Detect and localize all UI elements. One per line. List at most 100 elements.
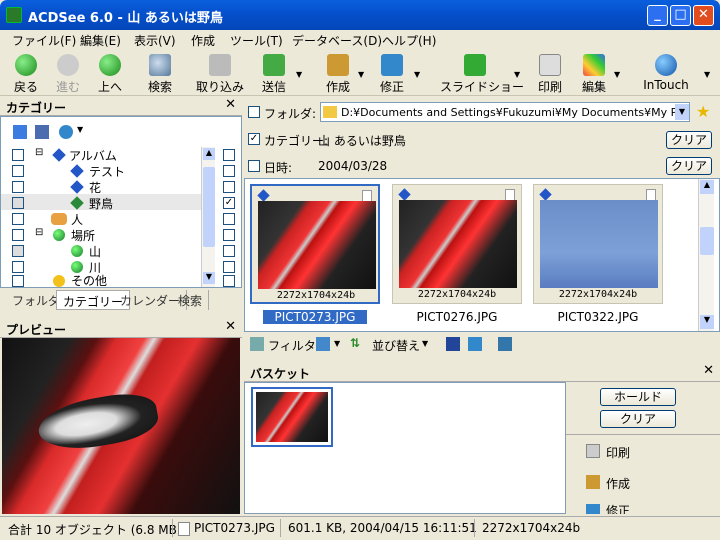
thumbnail-filename[interactable]: PICT0273.JPG xyxy=(263,310,367,324)
basket-print-link[interactable]: 印刷 xyxy=(606,444,630,461)
thumbnail-filename[interactable]: PICT0276.JPG xyxy=(392,310,522,324)
wildbird-checkbox[interactable] xyxy=(12,197,24,209)
hold-button[interactable]: ホールド xyxy=(600,388,676,406)
thumbnail-filename[interactable]: PICT0322.JPG xyxy=(533,310,663,324)
menu-file[interactable]: ファイル(F) xyxy=(12,32,76,49)
forward-button[interactable]: 進む xyxy=(48,52,88,96)
menu-help[interactable]: ヘルプ(H) xyxy=(382,32,436,49)
menu-tools[interactable]: ツール(T) xyxy=(230,32,283,49)
thumbnail-item[interactable]: 2272x1704x24b xyxy=(250,184,380,304)
flower-checkbox[interactable] xyxy=(12,181,24,193)
scroll-up-icon[interactable]: ▲ xyxy=(203,148,215,160)
exclude-checkbox[interactable] xyxy=(223,245,235,257)
river-checkbox[interactable] xyxy=(12,261,24,273)
minimize-button[interactable]: _ xyxy=(647,5,668,26)
close-panel-icon[interactable]: ✕ xyxy=(703,363,714,378)
view-mode-icon[interactable] xyxy=(316,337,330,351)
basket-clear-button[interactable]: クリア xyxy=(600,410,676,428)
album-checkbox[interactable] xyxy=(12,149,24,161)
thumbnail-item[interactable]: 2272x1704x24b xyxy=(392,184,522,304)
tree-item-mountain[interactable]: 山 xyxy=(89,243,101,260)
menu-database[interactable]: データベース(D) xyxy=(292,32,382,49)
tree-item-person[interactable]: 人 xyxy=(71,211,83,228)
intouch-button[interactable]: InTouch xyxy=(640,52,692,96)
close-button[interactable]: ✕ xyxy=(693,5,714,26)
delete-category-icon[interactable] xyxy=(35,125,49,139)
folder-path-select[interactable]: D:¥Documents and Settings¥Fukuzumi¥My Do… xyxy=(320,102,690,122)
other-checkbox[interactable] xyxy=(12,275,24,287)
import-button[interactable]: 取り込み xyxy=(196,52,244,96)
exclude-checkbox-checked[interactable]: ✓ xyxy=(223,197,235,209)
tree-item-wildbird[interactable]: 野鳥 xyxy=(89,195,113,212)
send-dropdown-icon[interactable]: ▼ xyxy=(296,70,302,79)
sort-dropdown-icon[interactable]: ▼ xyxy=(422,339,428,348)
select-icon[interactable] xyxy=(446,337,460,351)
create-button[interactable]: 作成 xyxy=(318,52,358,96)
tree-item-test[interactable]: テスト xyxy=(89,163,125,180)
refresh-icon[interactable] xyxy=(468,337,482,351)
chevron-down-icon[interactable]: ▼ xyxy=(675,104,689,120)
date-checkbox[interactable] xyxy=(248,160,260,172)
exclude-checkbox[interactable] xyxy=(223,261,235,273)
filter-button[interactable]: フィルタ xyxy=(268,337,316,354)
edit-button[interactable]: 修正 xyxy=(372,52,412,96)
exclude-checkbox[interactable] xyxy=(223,165,235,177)
new-category-icon[interactable] xyxy=(13,125,27,139)
menu-view[interactable]: 表示(V) xyxy=(134,32,176,49)
sync-icon[interactable] xyxy=(498,337,512,351)
scroll-thumb[interactable] xyxy=(700,227,714,255)
exclude-checkbox[interactable] xyxy=(223,181,235,193)
tab-search[interactable]: 検索 xyxy=(172,290,210,310)
scroll-down-icon[interactable]: ▼ xyxy=(700,315,714,329)
tree-scrollbar[interactable]: ▲ ▼ xyxy=(201,147,215,287)
scroll-thumb[interactable] xyxy=(203,167,215,247)
file-list-scrollbar[interactable]: ▲ ▼ xyxy=(698,179,714,331)
create-dropdown-icon[interactable]: ▼ xyxy=(358,70,364,79)
options-dropdown-icon[interactable]: ▼ xyxy=(77,125,83,134)
exclude-checkbox[interactable] xyxy=(223,213,235,225)
maximize-button[interactable]: □ xyxy=(670,5,691,26)
tree-item-album[interactable]: アルバム xyxy=(69,147,117,164)
editor-dropdown-icon[interactable]: ▼ xyxy=(614,70,620,79)
exclude-checkbox[interactable] xyxy=(223,149,235,161)
close-panel-icon[interactable]: ✕ xyxy=(225,319,236,334)
exclude-checkbox[interactable] xyxy=(223,229,235,241)
send-button[interactable]: 送信 xyxy=(254,52,294,96)
tree-item-other[interactable]: その他 xyxy=(71,272,107,289)
collapse-icon[interactable]: ⊟ xyxy=(35,227,43,238)
place-checkbox[interactable] xyxy=(12,229,24,241)
folder-checkbox[interactable] xyxy=(248,106,260,118)
slideshow-dropdown-icon[interactable]: ▼ xyxy=(514,70,520,79)
back-button[interactable]: 戻る xyxy=(4,52,48,96)
intouch-dropdown-icon[interactable]: ▼ xyxy=(704,70,710,79)
edit-dropdown-icon[interactable]: ▼ xyxy=(414,70,420,79)
search-button[interactable]: 検索 xyxy=(140,52,180,96)
exclude-checkbox[interactable] xyxy=(223,275,235,287)
basket-edit-link[interactable]: 修正 xyxy=(606,502,630,514)
up-button[interactable]: 上へ xyxy=(90,52,130,96)
category-options-icon[interactable] xyxy=(59,125,73,139)
collapse-icon[interactable]: ⊟ xyxy=(35,147,43,158)
category-filter-bar: ✓ カテゴリー: 山 あるいは野鳥 クリア xyxy=(244,128,720,152)
star-icon[interactable]: ★ xyxy=(696,102,710,121)
print-button[interactable]: 印刷 xyxy=(530,52,570,96)
category-clear-button[interactable]: クリア xyxy=(666,131,712,149)
close-panel-icon[interactable]: ✕ xyxy=(225,97,236,112)
menu-edit[interactable]: 編集(E) xyxy=(80,32,121,49)
view-dropdown-icon[interactable]: ▼ xyxy=(334,339,340,348)
sort-button[interactable]: 並び替え xyxy=(372,337,420,354)
scroll-up-icon[interactable]: ▲ xyxy=(700,180,714,194)
slideshow-button[interactable]: スライドショー xyxy=(440,52,524,96)
basket-item[interactable] xyxy=(251,387,333,447)
tree-item-place[interactable]: 場所 xyxy=(71,227,95,244)
test-checkbox[interactable] xyxy=(12,165,24,177)
menu-create[interactable]: 作成 xyxy=(191,32,215,49)
editor-button[interactable]: 編集 xyxy=(574,52,614,96)
scroll-down-icon[interactable]: ▼ xyxy=(203,272,215,284)
basket-create-link[interactable]: 作成 xyxy=(606,475,630,492)
mountain-checkbox[interactable] xyxy=(12,245,24,257)
date-clear-button[interactable]: クリア xyxy=(666,157,712,175)
thumbnail-item[interactable]: 2272x1704x24b xyxy=(533,184,663,304)
person-checkbox[interactable] xyxy=(12,213,24,225)
category-checkbox[interactable]: ✓ xyxy=(248,133,260,145)
